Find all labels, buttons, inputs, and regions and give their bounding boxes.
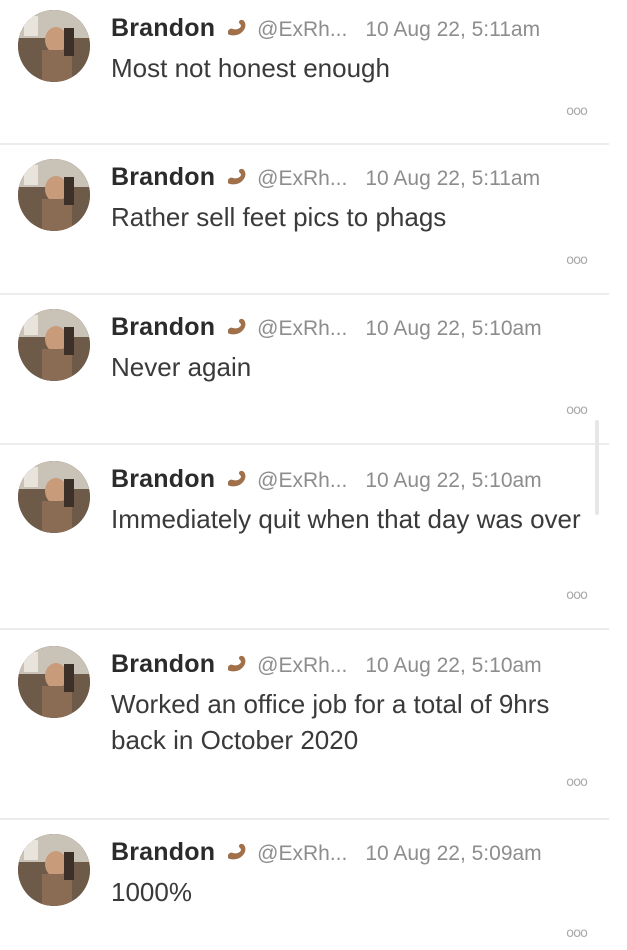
avatar[interactable] <box>18 159 90 231</box>
tweet-header: Brandon @ExRh... 10 Aug 22, 5:10am <box>111 650 542 684</box>
author-handle[interactable]: @ExRh... <box>257 18 347 42</box>
tweet-timestamp[interactable]: 10 Aug 22, 5:09am <box>365 842 541 866</box>
avatar-photo-icon <box>18 646 90 718</box>
scrollbar[interactable] <box>595 420 599 515</box>
avatar[interactable] <box>18 646 90 718</box>
author-handle[interactable]: @ExRh... <box>257 469 347 493</box>
tweet-header: Brandon @ExRh... 10 Aug 22, 5:11am <box>111 14 540 48</box>
tweet-header: Brandon @ExRh... 10 Aug 22, 5:10am <box>111 465 542 499</box>
flexed-arm-icon <box>225 18 249 38</box>
tweet-item[interactable]: Brandon @ExRh... 10 Aug 22, 5:09am 1000%… <box>0 820 609 950</box>
avatar[interactable] <box>18 834 90 906</box>
author-name[interactable]: Brandon <box>111 650 215 679</box>
flexed-arm-icon <box>225 317 249 337</box>
tweet-timestamp[interactable]: 10 Aug 22, 5:10am <box>365 654 541 678</box>
avatar-photo-icon <box>18 834 90 906</box>
tweet-timestamp[interactable]: 10 Aug 22, 5:10am <box>365 317 541 341</box>
author-handle[interactable]: @ExRh... <box>257 317 347 341</box>
author-handle[interactable]: @ExRh... <box>257 167 347 191</box>
tweet-item[interactable]: Brandon @ExRh... 10 Aug 22, 5:11am Rathe… <box>0 145 609 295</box>
more-options-icon[interactable]: ooo <box>566 588 588 603</box>
flexed-arm-icon <box>225 469 249 489</box>
author-handle[interactable]: @ExRh... <box>257 842 347 866</box>
flexed-arm-icon <box>225 842 249 862</box>
tweet-timestamp[interactable]: 10 Aug 22, 5:11am <box>365 167 540 191</box>
tweet-text: Rather sell feet pics to phags <box>111 202 447 232</box>
tweet-text: 1000% <box>111 877 192 907</box>
more-options-icon[interactable]: ooo <box>566 775 588 790</box>
author-handle[interactable]: @ExRh... <box>257 654 347 678</box>
flexed-arm-icon <box>225 654 249 674</box>
author-name[interactable]: Brandon <box>111 14 215 43</box>
tweet-item[interactable]: Brandon @ExRh... 10 Aug 22, 5:10am Worke… <box>0 630 609 820</box>
avatar[interactable] <box>18 10 90 82</box>
avatar[interactable] <box>18 309 90 381</box>
tweet-text: Worked an office job for a total of 9hrs… <box>111 689 550 755</box>
tweet-text: Most not honest enough <box>111 53 390 83</box>
avatar-photo-icon <box>18 159 90 231</box>
flexed-arm-icon <box>225 167 249 187</box>
avatar[interactable] <box>18 461 90 533</box>
more-options-icon[interactable]: ooo <box>566 403 588 418</box>
author-name[interactable]: Brandon <box>111 465 215 494</box>
tweet-item[interactable]: Brandon @ExRh... 10 Aug 22, 5:11am Most … <box>0 0 609 145</box>
avatar-photo-icon <box>18 309 90 381</box>
tweet-header: Brandon @ExRh... 10 Aug 22, 5:10am <box>111 313 542 347</box>
tweet-timestamp[interactable]: 10 Aug 22, 5:10am <box>365 469 541 493</box>
tweet-item[interactable]: Brandon @ExRh... 10 Aug 22, 5:10am Never… <box>0 295 609 445</box>
tweet-header: Brandon @ExRh... 10 Aug 22, 5:11am <box>111 163 540 197</box>
avatar-photo-icon <box>18 461 90 533</box>
author-name[interactable]: Brandon <box>111 313 215 342</box>
more-options-icon[interactable]: ooo <box>566 926 588 941</box>
tweet-text: Immediately quit when that day was over <box>111 504 581 534</box>
tweet-feed: Brandon @ExRh... 10 Aug 22, 5:11am Most … <box>0 0 609 950</box>
more-options-icon[interactable]: ooo <box>566 104 588 119</box>
author-name[interactable]: Brandon <box>111 163 215 192</box>
tweet-item[interactable]: Brandon @ExRh... 10 Aug 22, 5:10am Immed… <box>0 445 609 630</box>
avatar-photo-icon <box>18 10 90 82</box>
author-name[interactable]: Brandon <box>111 838 215 867</box>
more-options-icon[interactable]: ooo <box>566 253 588 268</box>
tweet-text: Never again <box>111 352 252 382</box>
tweet-header: Brandon @ExRh... 10 Aug 22, 5:09am <box>111 838 542 872</box>
tweet-timestamp[interactable]: 10 Aug 22, 5:11am <box>365 18 540 42</box>
